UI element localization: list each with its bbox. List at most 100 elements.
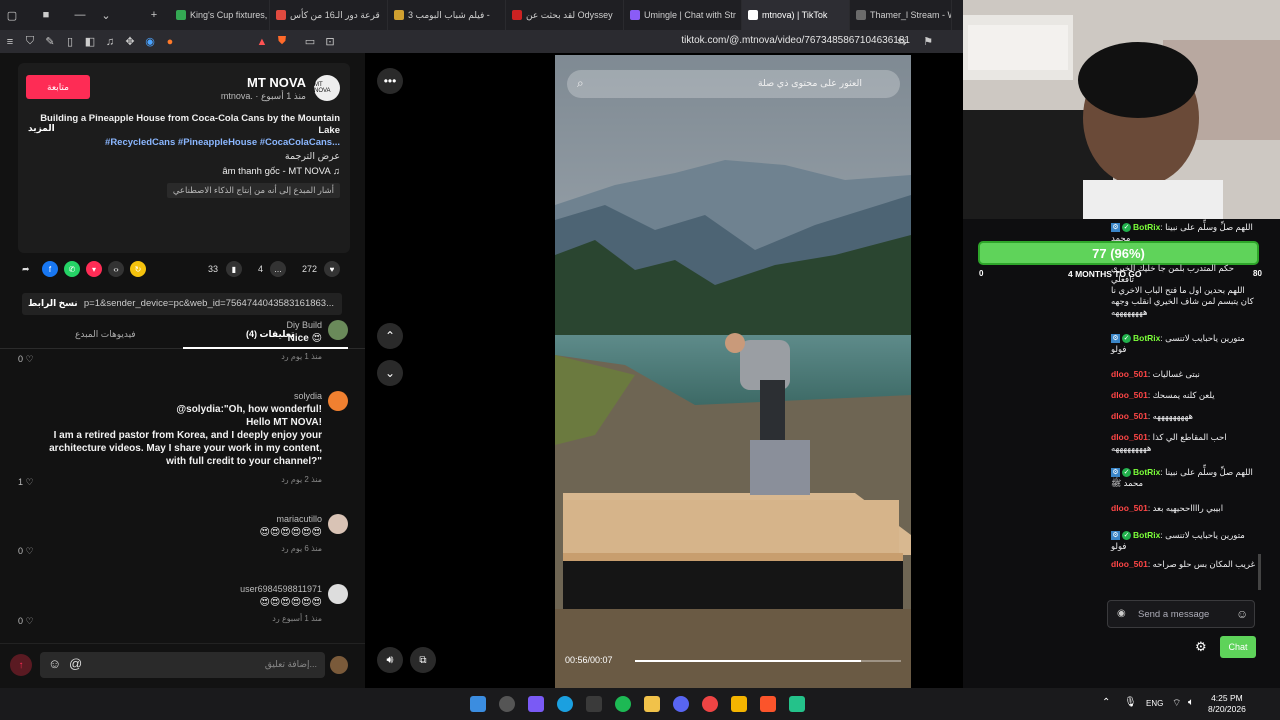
shield-icon[interactable]: ⛉	[20, 30, 40, 53]
chrome-icon[interactable]	[702, 696, 718, 712]
emoji-picker-icon[interactable]: ☺	[1236, 607, 1248, 621]
comment-like[interactable]: 0 ♡	[18, 354, 34, 365]
chat-username[interactable]: dloo_501	[1111, 503, 1148, 513]
comment-avatar[interactable]	[328, 584, 348, 604]
chat-settings-icon[interactable]: ⚙	[1195, 639, 1207, 655]
language-indicator[interactable]: ENG	[1146, 699, 1163, 708]
browser-tab[interactable]: فيلم شباب البومب 3 -	[388, 0, 506, 30]
speaker-icon[interactable]: 🔈︎	[1188, 697, 1194, 708]
start-icon[interactable]	[470, 696, 486, 712]
triangle-icon[interactable]: ▲	[252, 30, 272, 53]
like-heart-icon[interactable]: ♥	[324, 259, 340, 279]
app-icon[interactable]	[731, 696, 747, 712]
chat-username[interactable]: BotRix	[1133, 467, 1160, 477]
cast-icon[interactable]: ▭	[300, 30, 320, 53]
next-video-icon[interactable]: ⌄	[377, 360, 403, 386]
facebook-share-icon[interactable]: f	[42, 259, 58, 279]
spotify-icon[interactable]	[615, 696, 631, 712]
browser-tab[interactable]: لقد بحثت عن Odyssey	[506, 0, 624, 30]
copilot-icon[interactable]	[499, 696, 515, 712]
comment-avatar[interactable]	[328, 320, 348, 340]
streamlabs-icon[interactable]	[789, 696, 805, 712]
share-icon[interactable]: ➦	[22, 259, 30, 279]
video-progress-bar[interactable]	[635, 660, 901, 662]
video-player[interactable]: ⌕ العثور على محتوى ذي صلة 00:56/00:07	[555, 55, 911, 688]
system-clock[interactable]: 4:25 PM 8/20/2026	[1208, 693, 1246, 715]
chat-username[interactable]: dloo_501	[1111, 411, 1148, 421]
more-link[interactable]: المزيد	[28, 123, 55, 134]
chat-input[interactable]: ◉ Send a message ☺	[1107, 600, 1255, 628]
follow-button[interactable]: متابعة	[26, 75, 90, 99]
pin-icon[interactable]: ✎	[40, 30, 60, 53]
chat-username[interactable]: BotRix	[1133, 222, 1160, 232]
comment-avatar[interactable]	[328, 391, 348, 411]
post-comment-button[interactable]: ↑	[10, 654, 32, 676]
picture-in-picture-icon[interactable]: ⧉	[410, 647, 436, 673]
browser-tab[interactable]: Umingle | Chat with Str	[624, 0, 742, 30]
chat-username[interactable]: dloo_501	[1111, 369, 1148, 379]
vpn-icon[interactable]: ●	[160, 30, 180, 53]
chat-username[interactable]: dloo_501	[1111, 432, 1148, 442]
browser-tab[interactable]: mtnova) | TikTok	[742, 0, 850, 30]
address-bar[interactable]: tiktok.com/@.mtnova/video/76734858671046…	[520, 35, 910, 46]
more-options-icon[interactable]: •••	[377, 68, 403, 94]
brave-icon[interactable]	[760, 696, 776, 712]
mention-icon[interactable]: @	[69, 656, 82, 671]
chat-username[interactable]: dloo_501	[1111, 390, 1148, 400]
chat-emote-icon[interactable]: ◉	[1117, 608, 1126, 619]
author-avatar[interactable]: MT NOVA	[314, 75, 340, 101]
comment-avatar[interactable]	[328, 514, 348, 534]
browser-tab[interactable]: قرعة دور الـ16 من كأس	[270, 0, 388, 30]
wifi-icon[interactable]: ⌔	[1172, 697, 1181, 710]
comment-meta[interactable]: منذ 1 أسبوع رد	[272, 614, 322, 623]
repost-icon[interactable]: ↻	[130, 259, 146, 279]
comment-icon[interactable]: …	[270, 259, 286, 279]
chat-send-button[interactable]: Chat	[1220, 636, 1256, 658]
edge-icon[interactable]	[557, 696, 573, 712]
window-menu-icon[interactable]: ▢	[0, 0, 24, 30]
comment-like[interactable]: 1 ♡	[18, 477, 34, 488]
comment-input[interactable]: ☺ @ إضافة تعليق...	[40, 652, 325, 678]
previous-video-icon[interactable]: ⌃	[377, 323, 403, 349]
post-hashtags[interactable]: #RecycledCans #PineappleHouse #CocaColaC…	[40, 137, 340, 149]
chat-scrollbar[interactable]	[1258, 554, 1261, 590]
copy-link-button[interactable]: نسخ الرابط	[28, 298, 78, 309]
store-icon[interactable]	[586, 696, 602, 712]
author-name[interactable]: MT NOVA	[247, 75, 306, 90]
comment-username[interactable]: Diy Build	[286, 320, 322, 330]
microphone-icon[interactable]: 🎙︎	[1124, 697, 1137, 708]
browser-tab[interactable]: Thamer_l Stream - Wat	[850, 0, 952, 30]
tab-square-icon[interactable]: ■	[34, 0, 58, 30]
whatsapp-share-icon[interactable]: ✆	[64, 259, 80, 279]
comment-like[interactable]: 0 ♡	[18, 616, 34, 627]
bookmark-page-icon[interactable]: ⚑	[918, 30, 938, 53]
comment-meta[interactable]: منذ 1 يوم رد	[281, 352, 322, 361]
chat-username[interactable]: dloo_501	[1111, 559, 1148, 569]
minimize-icon[interactable]: —	[68, 0, 92, 30]
music-icon[interactable]: ♫	[100, 30, 120, 53]
comment-meta[interactable]: منذ 6 يوم رد	[281, 544, 322, 553]
translate-link[interactable]: عرض الترجمة	[285, 151, 340, 162]
teams-icon[interactable]	[528, 696, 544, 712]
comment-username[interactable]: mariacutillo	[276, 514, 322, 524]
discord-icon[interactable]	[673, 696, 689, 712]
screenshot-icon[interactable]: ⊡	[320, 30, 340, 53]
browser-tab[interactable]: King's Cup fixtures, res	[170, 0, 270, 30]
chat-username[interactable]: BotRix	[1133, 530, 1160, 540]
file-explorer-icon[interactable]	[644, 696, 660, 712]
sidebar-icon[interactable]: ◧	[80, 30, 100, 53]
comment-username[interactable]: solydia	[294, 391, 322, 401]
sound-line[interactable]: âm thanh gốc - MT NOVA ♫	[222, 166, 340, 177]
user-avatar[interactable]	[330, 656, 348, 674]
comment-like[interactable]: 0 ♡	[18, 546, 34, 557]
volume-icon[interactable]: 🔊︎	[377, 647, 403, 673]
wallet-icon[interactable]: ◉	[140, 30, 160, 53]
embed-icon[interactable]: ‹›	[108, 259, 124, 279]
video-search-box[interactable]: ⌕ العثور على محتوى ذي صلة	[567, 70, 900, 98]
bookmark-save-icon[interactable]: ▮	[226, 259, 242, 279]
comment-username[interactable]: user6984598811971	[240, 584, 322, 594]
brave-shield-icon[interactable]: ⛊	[272, 30, 292, 53]
extensions-icon[interactable]: ✥	[120, 30, 140, 53]
bookmark-icon[interactable]: ▯	[60, 30, 80, 53]
menu-icon[interactable]: ≡	[0, 30, 20, 53]
